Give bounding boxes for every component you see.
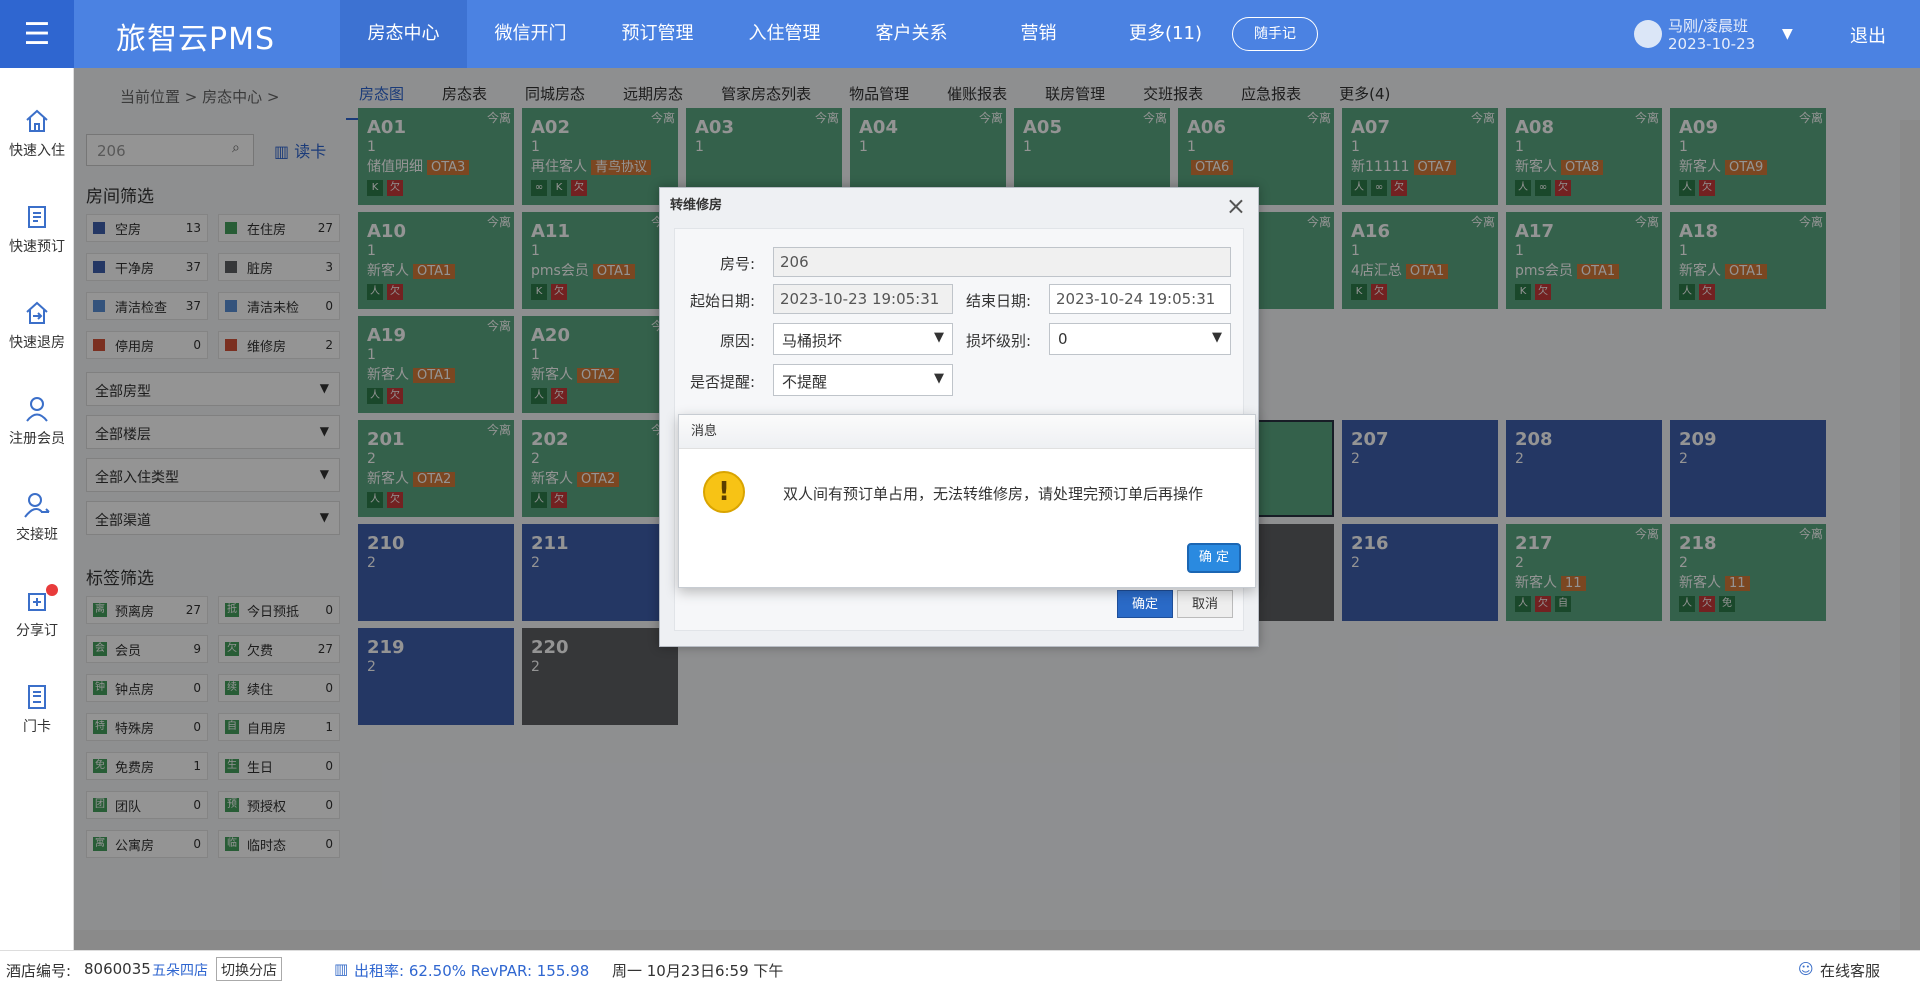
dialog-title: 转维修房 xyxy=(670,198,723,213)
sidebar-label: 分享订 xyxy=(16,623,58,639)
occupancy-icon: ▥ xyxy=(334,960,349,978)
online-service-link[interactable]: 在线客服 xyxy=(1820,960,1880,981)
sidebar-label: 注册会员 xyxy=(9,431,65,447)
end-date-label: 结束日期: xyxy=(965,292,1031,310)
start-date-field[interactable]: 2023-10-23 19:05:31 xyxy=(773,284,953,314)
chevron-down-icon[interactable]: ▼ xyxy=(1782,26,1793,42)
nav-more[interactable]: 更多(11) xyxy=(1102,0,1229,68)
nav-marketing[interactable]: 营销 xyxy=(975,0,1102,68)
avatar[interactable] xyxy=(1634,20,1662,48)
member-icon xyxy=(26,397,48,422)
current-datetime: 周一 10月23日6:59 下午 xyxy=(612,962,784,980)
shift-icon xyxy=(24,493,50,518)
select-value: 马桶损坏 xyxy=(782,332,843,350)
start-date-label: 起始日期: xyxy=(689,292,755,310)
menu-icon[interactable]: ☰ xyxy=(0,0,74,68)
select-value: 不提醒 xyxy=(782,373,828,391)
logout-button[interactable]: 退出 xyxy=(1850,22,1886,48)
hotel-no-label: 酒店编号: xyxy=(6,962,72,980)
home-icon xyxy=(26,109,48,132)
chevron-down-icon: ▼ xyxy=(934,371,944,386)
sidebar-label: 快速退房 xyxy=(9,335,65,351)
message-text: 双人间有预订单占用，无法转维修房，请处理完预订单后再操作 xyxy=(783,485,1204,503)
sidebar-quick-checkout[interactable]: 快速退房 xyxy=(0,298,74,352)
sidebar-label: 门卡 xyxy=(23,719,51,735)
end-date-field[interactable]: 2023-10-24 19:05:31 xyxy=(1049,284,1231,314)
room-label: 房号: xyxy=(719,255,755,273)
damage-level-label: 损坏级别: xyxy=(965,332,1031,350)
damage-level-select[interactable]: 0 ▼ xyxy=(1049,323,1231,355)
sidebar-label: 交接班 xyxy=(16,527,58,543)
select-value: 0 xyxy=(1058,330,1068,348)
user-date: 2023-10-23 xyxy=(1668,35,1756,53)
sidebar-label: 快速预订 xyxy=(9,239,65,255)
repair-ok-button[interactable]: 确定 xyxy=(1117,590,1173,618)
sidebar-share-order[interactable]: 分享订 xyxy=(0,584,74,640)
status-bar: 酒店编号: 8060035 五朵四店 切换分店 ▥ 出租率: 62.50% Re… xyxy=(0,950,1920,986)
nav-booking[interactable]: 预订管理 xyxy=(594,0,721,68)
user-name[interactable]: 马刚/凌晨班 xyxy=(1668,15,1748,36)
occupancy-rate: 出租率: 62.50% RevPAR: 155.98 xyxy=(354,962,590,980)
note-button[interactable]: 随手记 xyxy=(1232,17,1318,51)
customer-service-icon[interactable]: ☺ xyxy=(1798,960,1814,978)
brand-logo: 旅智云PMS xyxy=(116,22,276,57)
booking-icon xyxy=(28,206,46,228)
sidebar-register-member[interactable]: 注册会员 xyxy=(0,394,74,448)
warning-icon: ! xyxy=(703,471,745,513)
remind-select[interactable]: 不提醒 ▼ xyxy=(773,364,953,396)
nav-room-status[interactable]: 房态中心 xyxy=(340,0,467,68)
checkout-icon xyxy=(26,301,48,324)
sidebar-label: 快速入住 xyxy=(9,143,65,159)
remind-label: 是否提醒: xyxy=(689,373,755,391)
message-dialog: 消息 ! 双人间有预订单占用，无法转维修房，请处理完预订单后再操作 确 定 xyxy=(678,414,1256,588)
sidebar-quick-checkin[interactable]: 快速入住 xyxy=(0,106,74,160)
reason-select[interactable]: 马桶损坏 ▼ xyxy=(773,323,953,355)
message-ok-button[interactable]: 确 定 xyxy=(1187,543,1241,573)
nav-checkin[interactable]: 入住管理 xyxy=(721,0,848,68)
sidebar-door-card[interactable]: 门卡 xyxy=(0,682,74,736)
card-icon xyxy=(28,685,46,709)
message-title: 消息 xyxy=(679,415,1255,449)
switch-branch-button[interactable]: 切换分店 xyxy=(216,957,282,981)
main-nav: 房态中心 微信开门 预订管理 入住管理 客户关系 营销 更多(11) xyxy=(340,0,1229,68)
chevron-down-icon: ▼ xyxy=(1212,330,1222,345)
room-field[interactable]: 206 xyxy=(773,247,1231,277)
nav-crm[interactable]: 客户关系 xyxy=(848,0,975,68)
chevron-down-icon: ▼ xyxy=(934,330,944,345)
hotel-no: 8060035 xyxy=(84,960,151,978)
top-bar: ☰ 旅智云PMS 房态中心 微信开门 预订管理 入住管理 客户关系 营销 更多(… xyxy=(0,0,1920,68)
repair-cancel-button[interactable]: 取消 xyxy=(1177,590,1233,618)
sidebar-quick-booking[interactable]: 快速预订 xyxy=(0,202,74,256)
nav-wechat-door[interactable]: 微信开门 xyxy=(467,0,594,68)
branch-name: 五朵四店 xyxy=(152,963,208,979)
notification-dot xyxy=(46,584,58,596)
left-sidebar: 快速入住 快速预订 快速退房 注册会员 交接班 分享订 门卡 xyxy=(0,68,74,950)
close-icon[interactable]: × xyxy=(1226,192,1246,220)
reason-label: 原因: xyxy=(719,332,755,350)
sidebar-shift-handover[interactable]: 交接班 xyxy=(0,490,74,544)
